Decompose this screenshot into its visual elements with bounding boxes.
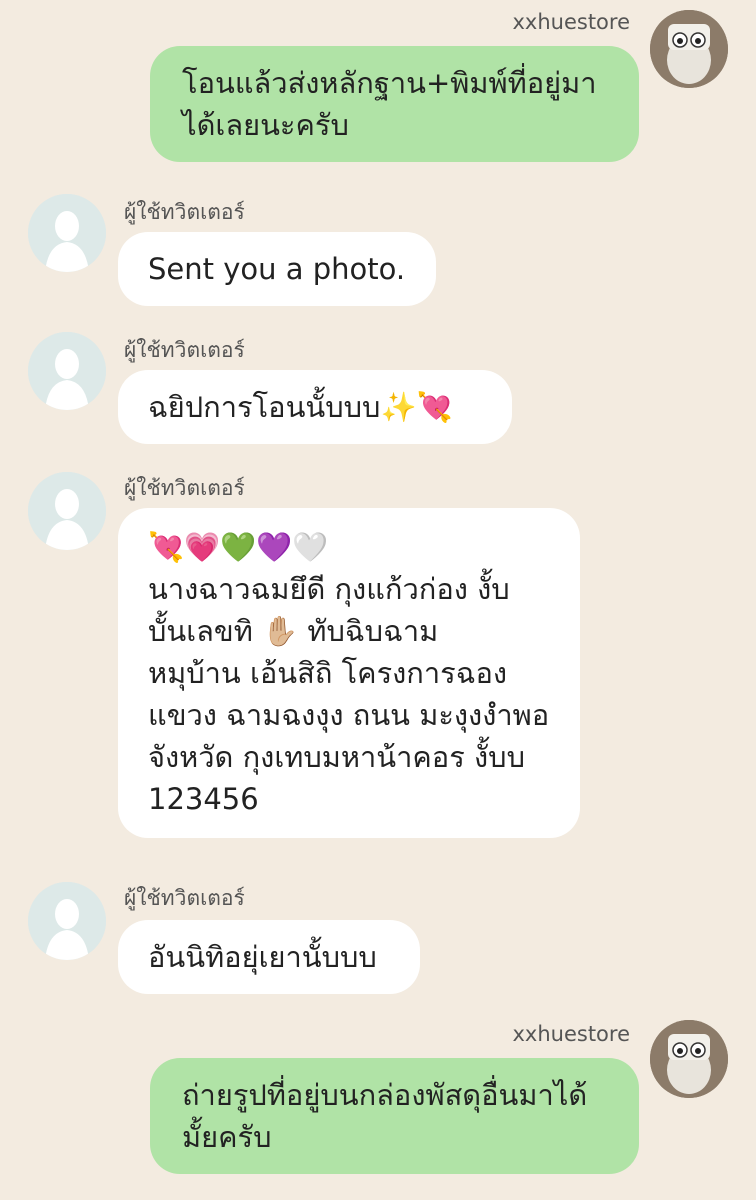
message-line: 123456 [148,782,259,816]
message-line: อันนิทิอยุ่เยานั้บบบ [148,940,377,974]
user-avatar[interactable] [28,194,106,272]
message-line: มั้ยครับ [182,1120,272,1154]
message-line: แขวง ฉามฉงงุง ถนน มะงุงงำพอ [148,698,550,732]
message-line: ถ่ายรูปที่อยู่บนกล่องพัสดุอื่นมาได้ [182,1078,588,1112]
toilet-avatar-icon [650,10,728,88]
message-bubble-incoming[interactable]: ฉยิปการโอนนั้บบบ✨💘 [118,370,512,444]
sender-name: ผู้ใช้ทวิตเตอร์ [124,338,245,362]
message-bubble-incoming[interactable]: อันนิทิอยุ่เยานั้บบบ [118,920,420,994]
default-profile-icon [28,194,106,272]
message-line: นางฉาวฉมยึดี กุงแก้วก่อง งั้บ [148,572,510,606]
message-line: ฉยิปการโอนนั้บบบ✨💘 [148,390,453,424]
default-profile-icon [28,332,106,410]
store-avatar[interactable] [650,1020,728,1098]
sender-name: ผู้ใช้ทวิตเตอร์ [124,886,245,910]
message-line: จังหวัด กุงเทบมหาน้าคอร งั้บบ [148,740,525,774]
message-line: 💘💗💚💜🤍 [148,530,329,564]
user-avatar[interactable] [28,332,106,410]
sender-name: ผู้ใช้ทวิตเตอร์ [124,200,245,224]
message-line: โอนแล้วส่งหลักฐาน+พิมพ์ที่อยู่มา [182,66,597,100]
message-bubble-outgoing[interactable]: ถ่ายรูปที่อยู่บนกล่องพัสดุอื่นมาได้ มั้ย… [150,1058,639,1174]
message-line: ได้เลยนะครับ [182,108,349,142]
user-avatar[interactable] [28,472,106,550]
sender-name: ผู้ใช้ทวิตเตอร์ [124,476,245,500]
message-line: หมุบ้าน เอ้นสิถิ โครงการฉอง [148,656,508,690]
store-avatar[interactable] [650,10,728,88]
message-bubble-incoming[interactable]: Sent you a photo. [118,232,436,306]
toilet-avatar-icon [650,1020,728,1098]
user-avatar[interactable] [28,882,106,960]
message-bubble-outgoing[interactable]: โอนแล้วส่งหลักฐาน+พิมพ์ที่อยู่มา ได้เลยน… [150,46,639,162]
message-line: บั้นเลขทิ ✋🏼 ทับฉิบฉาม [148,614,439,648]
message-bubble-incoming[interactable]: 💘💗💚💜🤍 นางฉาวฉมยึดี กุงแก้วก่อง งั้บ บั้น… [118,508,580,838]
sender-name: xxhuestore [512,10,630,34]
sender-name: xxhuestore [512,1022,630,1046]
message-line: Sent you a photo. [148,252,406,286]
default-profile-icon [28,472,106,550]
default-profile-icon [28,882,106,960]
